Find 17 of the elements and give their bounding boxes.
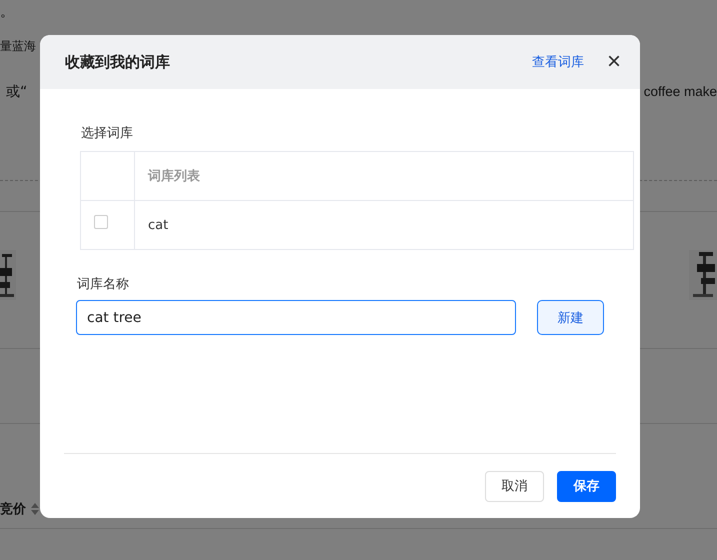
close-button[interactable]: × xyxy=(602,50,626,74)
field-label: 词库名称 xyxy=(77,276,130,294)
page-text: 。 xyxy=(0,3,15,22)
column-header: 竞价 xyxy=(0,500,26,518)
view-library-link[interactable]: 查看词库 xyxy=(532,53,584,71)
column-header: 词库列表 xyxy=(146,168,201,186)
field-label: 选择词库 xyxy=(81,125,134,143)
save-button[interactable]: 保存 xyxy=(557,470,616,502)
page-text: 量蓝海 xyxy=(0,38,37,55)
checkbox[interactable] xyxy=(94,215,108,229)
input-field[interactable]: cat tree xyxy=(76,300,516,335)
cancel-button[interactable]: 取消 xyxy=(485,470,544,502)
page-text: 或“ xyxy=(6,83,28,102)
create-button[interactable]: 新建 xyxy=(537,300,604,335)
page-text: coffee make xyxy=(644,83,717,101)
table-cell-text: cat xyxy=(147,216,170,234)
dialog-title: 收藏到我的词库 xyxy=(65,52,171,72)
